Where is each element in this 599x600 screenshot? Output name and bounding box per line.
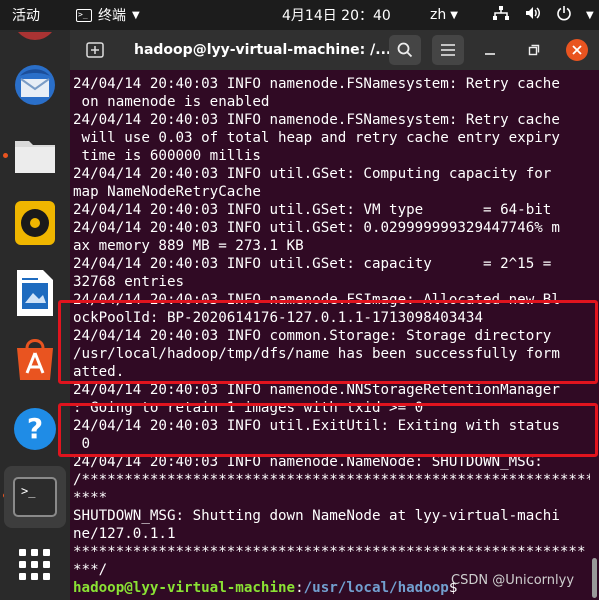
input-method-menu[interactable]: zh ▼ [430,0,458,30]
volume-icon [524,5,542,25]
terminal-line: SHUTDOWN_MSG: Shutting down NameNode at … [73,508,560,524]
title-bar[interactable]: hadoop@lyy-virtual-machine: /... [70,30,599,70]
watermark: CSDN @Unicornlyy [451,573,575,588]
terminal-line: 24/04/14 20:40:03 INFO util.GSet: VM typ… [73,202,552,218]
terminal-line: /***************************************… [73,472,590,488]
svg-text:?: ? [27,412,43,445]
scrollbar-thumb[interactable] [592,558,597,598]
help-icon[interactable]: ? [8,402,62,456]
svg-text:>_: >_ [21,484,36,498]
chevron-down-icon: ▼ [586,9,594,21]
new-tab-button[interactable] [82,37,108,63]
app-menu[interactable]: >_ 终端 ▼ [76,0,140,30]
activities-label: 活动 [12,8,40,24]
terminal-line: ne/127.0.1.1 [73,526,176,542]
activities-button[interactable]: 活动 [12,0,40,30]
terminal-line: 32768 entries [73,274,185,290]
files-icon[interactable] [8,128,62,182]
terminal-mini-icon: >_ [76,8,92,22]
clock-label: 4月14日 20：40 [282,8,391,24]
chevron-down-icon: ▼ [450,9,458,21]
minimize-button[interactable] [482,42,498,58]
terminal-line: 24/04/14 20:40:03 INFO namenode.FSNamesy… [73,112,560,128]
terminal-line: will use 0.03 of total heap and retry ca… [73,130,560,146]
terminal-line: **** [73,490,108,506]
partial-dock-icon[interactable] [8,32,62,42]
terminal-line: time is 600000 millis [73,148,261,164]
terminal-icon[interactable]: >_ [4,466,66,528]
hamburger-icon [441,44,455,56]
highlight-box-format-success [58,300,598,384]
prompt-colon: : [295,580,304,596]
writer-icon[interactable] [8,266,62,320]
close-button[interactable] [566,39,588,61]
shell-prompt[interactable]: hadoop@lyy-virtual-machine:/usr/local/ha… [73,579,457,597]
terminal-line: map NameNodeRetryCache [73,184,261,200]
restore-icon [528,44,540,56]
prompt-user: hadoop@lyy-virtual-machine [73,580,296,596]
prompt-path: /usr/local/hadoop [303,580,449,596]
terminal-line: on namenode is enabled [73,94,270,110]
hamburger-menu-button[interactable] [432,35,464,65]
window-title: hadoop@lyy-virtual-machine: /... [134,42,392,58]
chevron-down-icon: ▼ [132,9,140,21]
clock[interactable]: 4月14日 20：40 [282,0,391,30]
top-bar: 活动 >_ 终端 ▼ 4月14日 20：40 zh ▼ ▼ [0,0,599,30]
thunderbird-icon[interactable] [8,58,62,112]
search-button[interactable] [389,35,421,65]
terminal-line: ax memory 889 MB = 273.1 KB [73,238,304,254]
terminal-line: 24/04/14 20:40:03 INFO namenode.FSNamesy… [73,76,560,92]
terminal-line: 24/04/14 20:40:03 INFO util.GSet: 0.0299… [73,220,560,236]
software-icon[interactable] [8,332,62,386]
power-icon [556,5,572,25]
minimize-icon [485,53,495,55]
rhythmbox-icon[interactable] [8,196,62,250]
terminal-line: 24/04/14 20:40:03 INFO util.GSet: capaci… [73,256,552,272]
terminal-line: 24/04/14 20:40:03 INFO util.GSet: Comput… [73,166,552,182]
search-icon [397,42,413,58]
app-menu-label: 终端 [98,8,126,24]
terminal-line: ****************************************… [73,544,586,560]
maximize-button[interactable] [526,42,542,58]
close-icon [572,45,582,55]
new-tab-icon [86,42,104,58]
system-menu[interactable]: ▼ [492,0,594,30]
highlight-box-exit-status [58,403,598,457]
input-method-label: zh [430,7,447,23]
apps-grid-icon[interactable] [8,538,62,592]
network-icon [492,5,510,25]
